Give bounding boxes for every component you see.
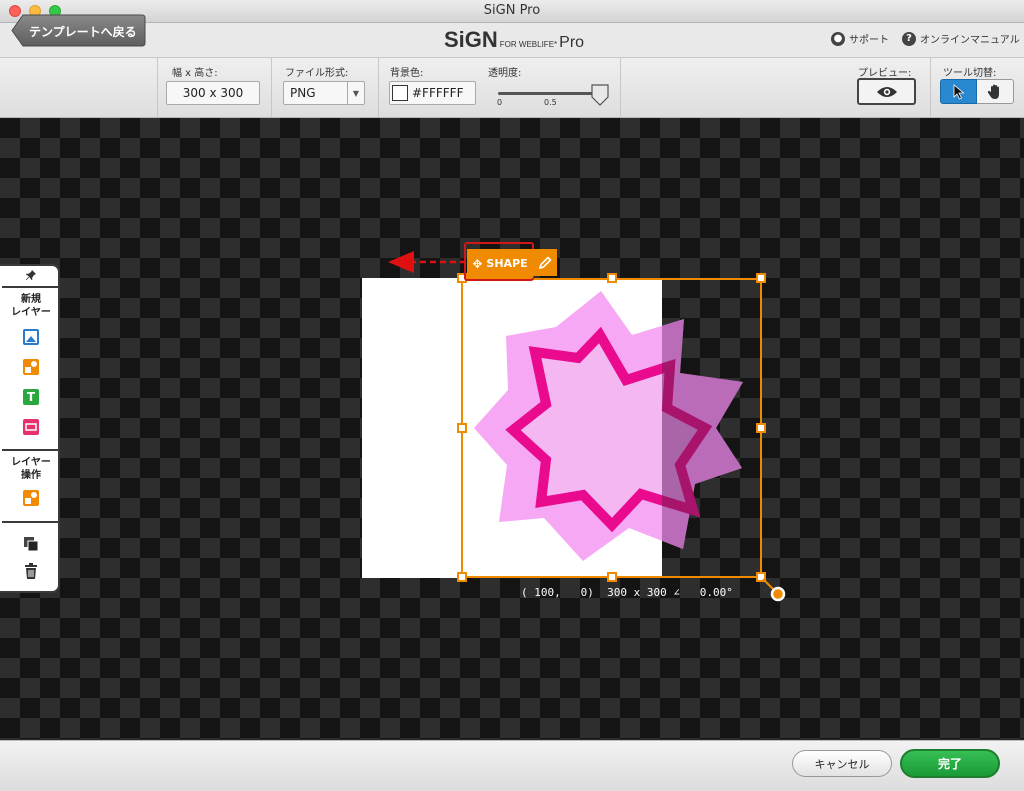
- pencil-icon: [538, 255, 552, 269]
- rotate-handle[interactable]: [770, 586, 786, 602]
- arrow-left-icon: [388, 251, 414, 273]
- add-frame-layer-button[interactable]: [23, 419, 39, 435]
- frame-icon: [25, 423, 37, 431]
- edit-shape-button[interactable]: [533, 249, 557, 276]
- trash-icon: [25, 563, 37, 579]
- new-layer-label: 新規 レイヤー: [11, 294, 51, 318]
- pin-icon[interactable]: [25, 269, 37, 281]
- add-shape-layer-button[interactable]: [23, 359, 39, 375]
- add-image-layer-button[interactable]: [23, 329, 39, 345]
- shapes-icon: [25, 361, 37, 373]
- move-icon: ✥: [472, 256, 483, 271]
- layer-operations-label: レイヤー 操作: [11, 457, 51, 481]
- cancel-button[interactable]: キャンセル: [792, 750, 892, 777]
- add-text-layer-button[interactable]: T: [23, 389, 39, 405]
- selection-info: ( 100, 0) 300 x 300 ∠ 0.00°: [521, 586, 733, 599]
- artboard-overlay: [362, 251, 786, 602]
- shape-move-handle[interactable]: ✥ SHAPE: [467, 249, 533, 278]
- done-button[interactable]: 完了: [900, 749, 1000, 778]
- image-icon: [25, 331, 37, 343]
- left-layer-panel: 新規 レイヤー T レイヤー 操作: [0, 264, 60, 593]
- duplicate-layer-button[interactable]: [23, 536, 39, 552]
- layer-operations-button[interactable]: [23, 490, 39, 506]
- shapes-icon: [25, 492, 37, 504]
- text-icon: T: [26, 390, 36, 404]
- delete-layer-button[interactable]: [23, 562, 39, 579]
- copy-icon: [24, 537, 39, 552]
